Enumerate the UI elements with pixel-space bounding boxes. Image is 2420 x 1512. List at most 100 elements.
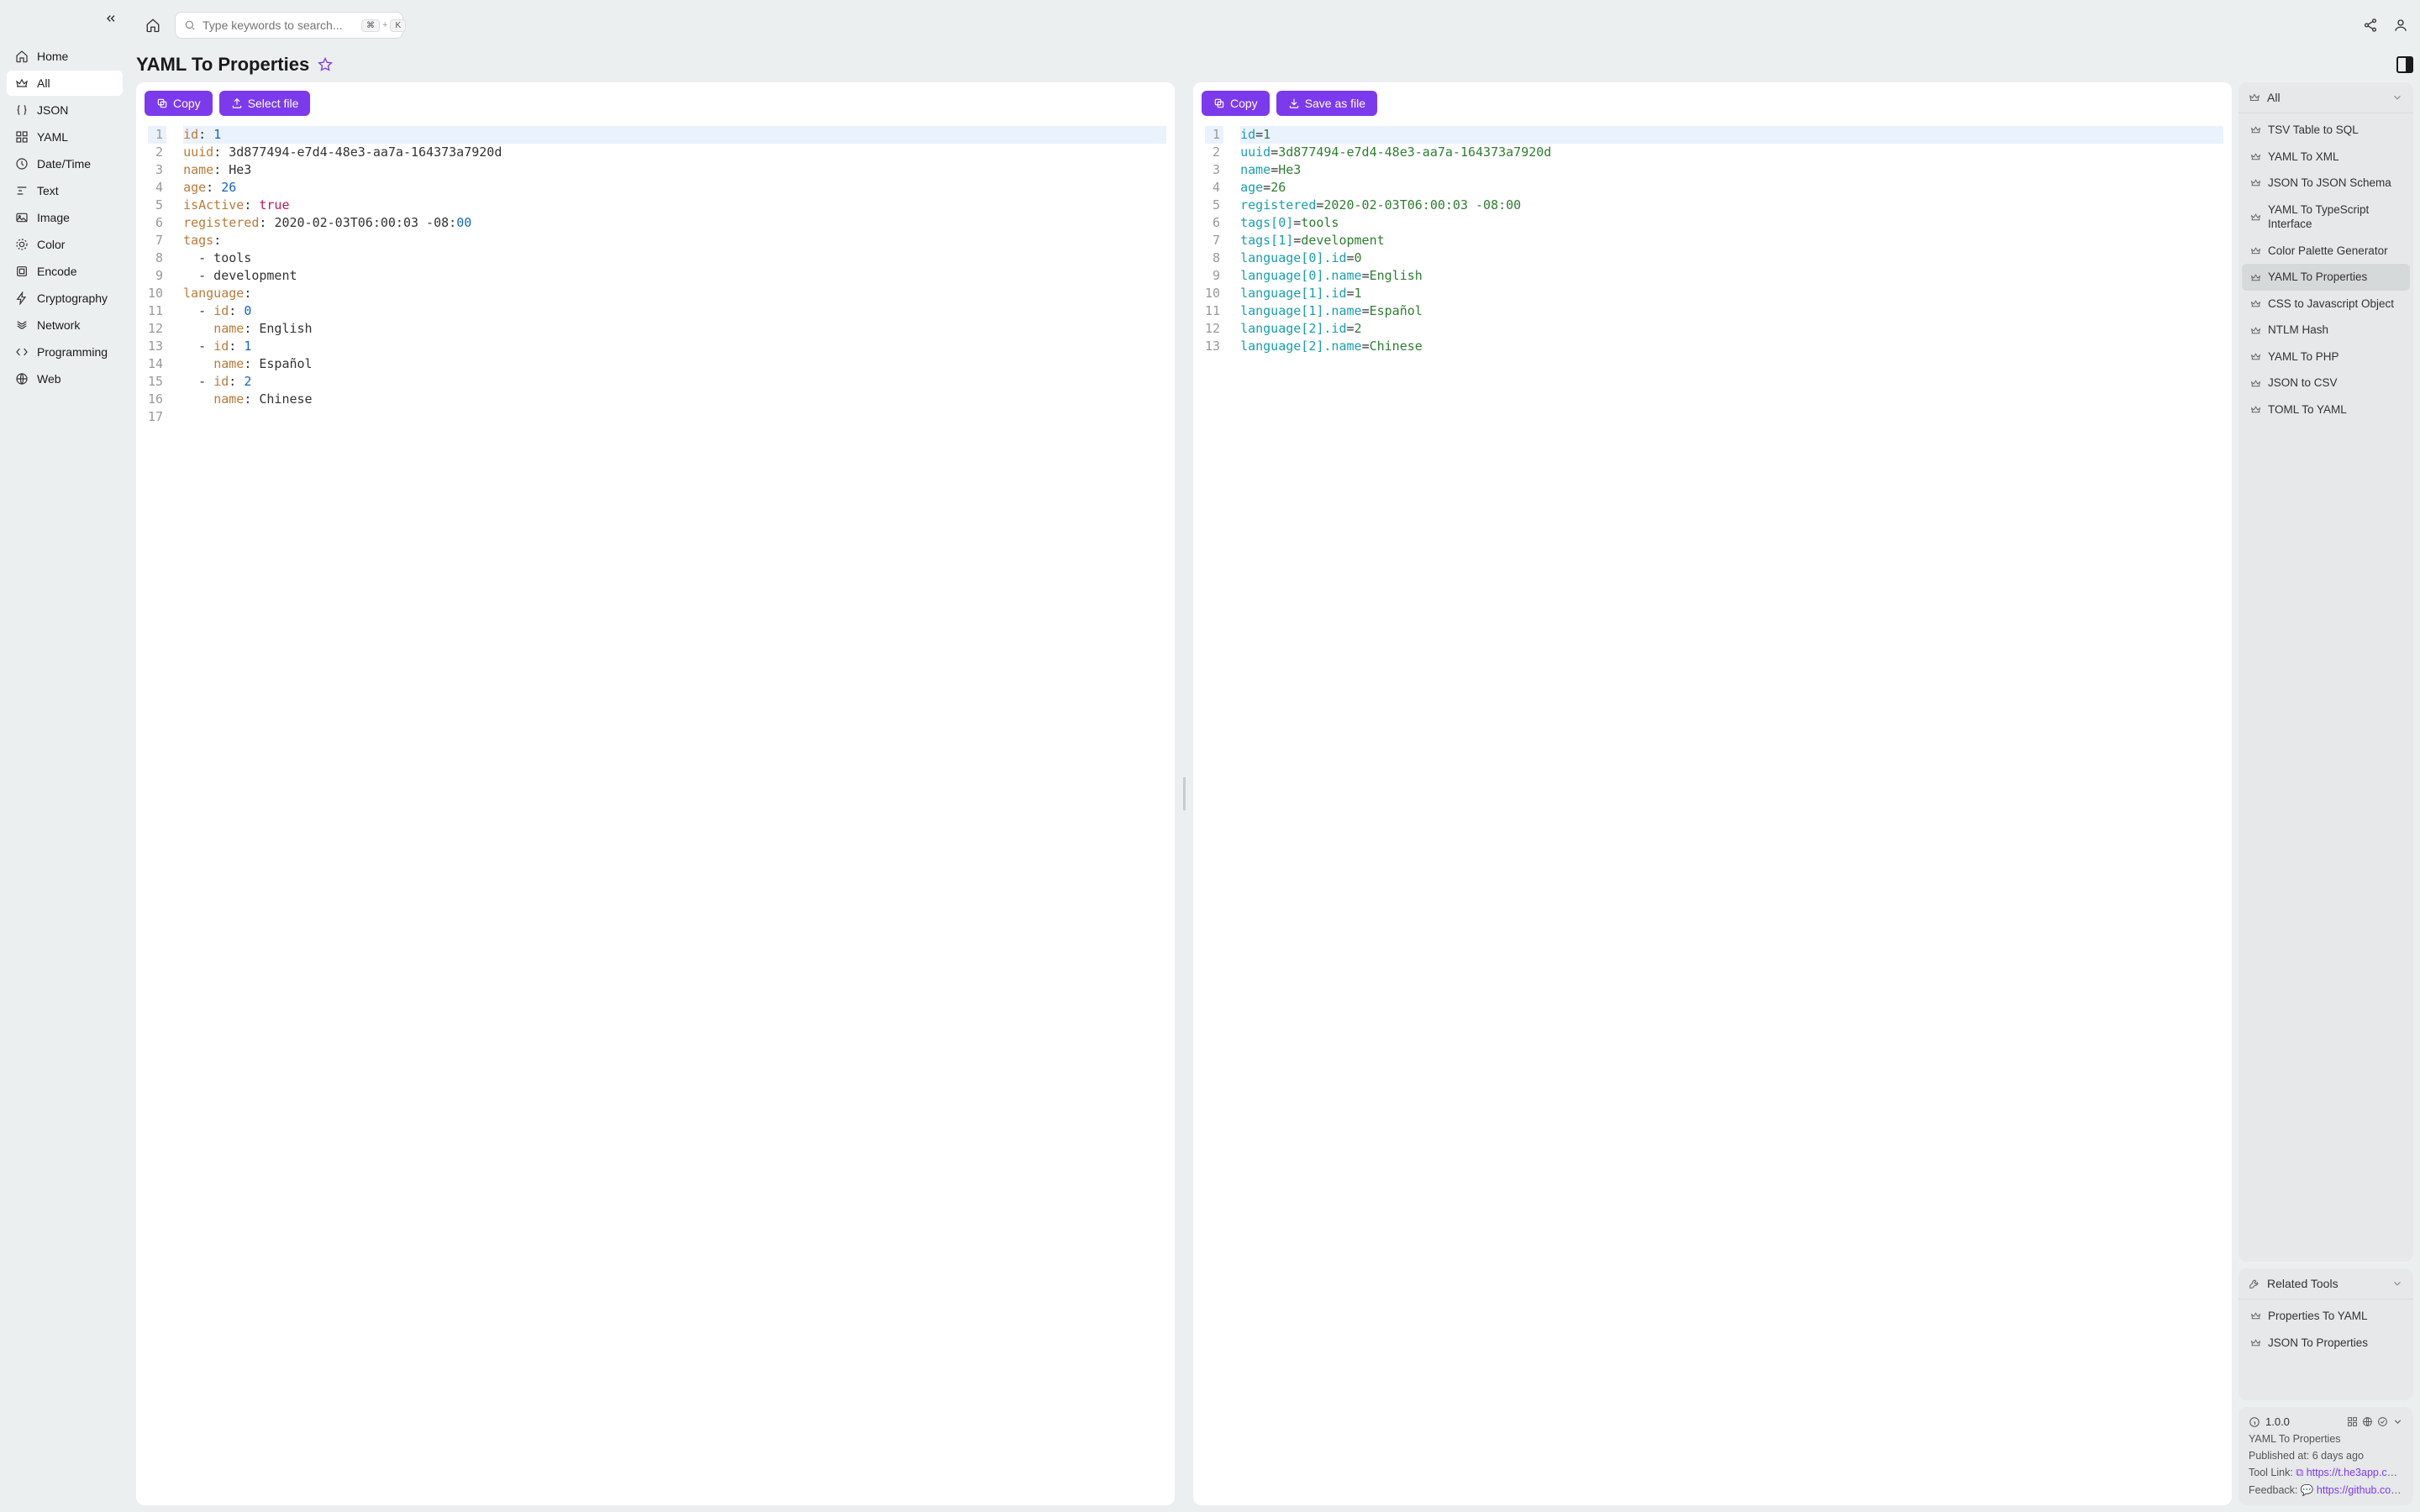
sidebar-item-text[interactable]: Text <box>7 178 123 203</box>
sidebar-item-json[interactable]: JSON <box>7 97 123 123</box>
sidebar-label: Encode <box>37 265 76 278</box>
info-icon <box>2249 1416 2260 1428</box>
sidebar-label: Cryptography <box>37 291 108 305</box>
category-icon <box>15 318 29 332</box>
search-box[interactable]: ⌘+K <box>175 12 403 39</box>
crown-icon <box>2250 404 2261 415</box>
sidebar-label: Programming <box>37 345 108 359</box>
tool-label: JSON To JSON Schema <box>2268 176 2391 191</box>
copy-input-button[interactable]: Copy <box>145 91 213 116</box>
sidebar-item-date-time[interactable]: Date/Time <box>7 151 123 176</box>
tool-label: TOML To YAML <box>2268 402 2347 417</box>
toggle-right-panel-icon[interactable] <box>2396 56 2413 73</box>
save-file-label: Save as file <box>1305 97 1365 110</box>
category-icon <box>15 345 29 359</box>
tool-label: Properties To YAML <box>2268 1309 2368 1324</box>
tool-item[interactable]: YAML To XML <box>2242 144 2410 171</box>
chevron-down-icon <box>2391 92 2403 103</box>
category-icon <box>15 103 29 117</box>
title-row: YAML To Properties <box>136 50 2413 76</box>
tool-label: YAML To PHP <box>2268 349 2339 365</box>
select-file-label: Select file <box>248 97 299 110</box>
tool-item[interactable]: JSON To JSON Schema <box>2242 170 2410 197</box>
save-as-file-button[interactable]: Save as file <box>1276 91 1377 116</box>
tool-item[interactable]: NTLM Hash <box>2242 317 2410 344</box>
sidebar-item-encode[interactable]: Encode <box>7 259 123 284</box>
tool-label: JSON to CSV <box>2268 375 2338 391</box>
info-tool-link: Tool Link: ⧉ https://t.he3app.co… <box>2249 1467 2403 1479</box>
sidebar-label: Date/Time <box>37 157 91 171</box>
tool-item[interactable]: Color Palette Generator <box>2242 238 2410 265</box>
copy-icon <box>156 97 168 109</box>
tool-item[interactable]: YAML To Properties <box>2242 264 2410 291</box>
tool-item[interactable]: TSV Table to SQL <box>2242 117 2410 144</box>
input-editor[interactable]: 1234567891011121314151617 id: 1uuid: 3d8… <box>136 123 1175 1505</box>
info-tool-name: YAML To Properties <box>2249 1433 2403 1445</box>
sidebar-label: Home <box>37 50 68 63</box>
tool-item[interactable]: YAML To TypeScript Interface <box>2242 197 2410 238</box>
sidebar-item-yaml[interactable]: YAML <box>7 124 123 150</box>
tool-label: Color Palette Generator <box>2268 244 2388 259</box>
chevron-down-icon[interactable] <box>2392 1416 2403 1427</box>
sidebar-label: Image <box>37 211 70 224</box>
category-icon <box>15 50 29 63</box>
category-icon <box>15 157 29 171</box>
tool-item[interactable]: CSS to Javascript Object <box>2242 291 2410 318</box>
related-tool-item[interactable]: Properties To YAML <box>2242 1303 2410 1330</box>
category-icon <box>15 76 29 90</box>
search-input[interactable] <box>203 18 355 32</box>
copy-icon <box>1213 97 1225 109</box>
all-tools-panel: All TSV Table to SQL YAML To XML JSON To J… <box>2238 82 2413 1262</box>
category-icon <box>15 238 29 251</box>
tool-label: YAML To Properties <box>2268 270 2367 285</box>
sidebar-item-image[interactable]: Image <box>7 205 123 230</box>
sidebar-item-all[interactable]: All <box>7 71 123 96</box>
crown-icon <box>2250 272 2261 283</box>
sidebar-label: All <box>37 76 50 90</box>
tool-item[interactable]: YAML To PHP <box>2242 344 2410 370</box>
category-icon <box>15 265 29 278</box>
sidebar-nav: Home All JSON YAML Date/Time Text Image Color En… <box>7 44 123 391</box>
tool-label: NTLM Hash <box>2268 323 2328 338</box>
all-tools-header[interactable]: All <box>2238 82 2413 113</box>
sidebar-collapse-button[interactable] <box>104 12 118 25</box>
tool-label: YAML To XML <box>2268 150 2339 165</box>
sidebar-item-home[interactable]: Home <box>7 44 123 69</box>
user-icon[interactable] <box>2393 18 2408 33</box>
crown-icon <box>2249 92 2260 103</box>
sidebar-item-cryptography[interactable]: Cryptography <box>7 286 123 311</box>
sidebar-label: Web <box>37 372 61 386</box>
split-divider[interactable] <box>1181 82 1186 1505</box>
sidebar-label: Text <box>37 184 59 197</box>
related-tools-header[interactable]: Related Tools <box>2238 1268 2413 1299</box>
related-tool-item[interactable]: JSON To Properties <box>2242 1330 2410 1357</box>
sidebar-item-network[interactable]: Network <box>7 312 123 338</box>
tool-item[interactable]: TOML To YAML <box>2242 396 2410 423</box>
output-editor[interactable]: 12345678910111213 id=1uuid=3d877494-e7d4… <box>1193 123 2232 1505</box>
tool-item[interactable]: JSON to CSV <box>2242 370 2410 396</box>
category-icon <box>15 211 29 224</box>
favorite-star-icon[interactable] <box>318 57 333 72</box>
select-file-button[interactable]: Select file <box>219 91 311 116</box>
globe-icon[interactable] <box>2362 1416 2373 1427</box>
sidebar-item-color[interactable]: Color <box>7 232 123 257</box>
sidebar-label: YAML <box>37 130 68 144</box>
category-icon <box>15 372 29 386</box>
grid-icon[interactable] <box>2347 1416 2358 1427</box>
crown-icon <box>2250 1310 2261 1321</box>
sidebar-label: JSON <box>37 103 68 117</box>
sidebar-item-web[interactable]: Web <box>7 366 123 391</box>
info-feedback: Feedback: 💬 https://github.com/… <box>2249 1484 2403 1497</box>
sidebar-item-programming[interactable]: Programming <box>7 339 123 365</box>
crown-icon <box>2250 325 2261 336</box>
crown-icon <box>2250 1337 2261 1348</box>
copy-output-button[interactable]: Copy <box>1202 91 1270 116</box>
related-tools-title: Related Tools <box>2267 1277 2338 1290</box>
copy-label: Copy <box>173 97 201 110</box>
share-icon[interactable] <box>2363 18 2378 33</box>
tool-label: TSV Table to SQL <box>2268 123 2359 138</box>
search-icon <box>184 19 196 31</box>
check-circle-icon[interactable] <box>2377 1416 2388 1427</box>
home-button[interactable] <box>141 13 165 37</box>
chevron-down-icon <box>2391 1278 2403 1289</box>
